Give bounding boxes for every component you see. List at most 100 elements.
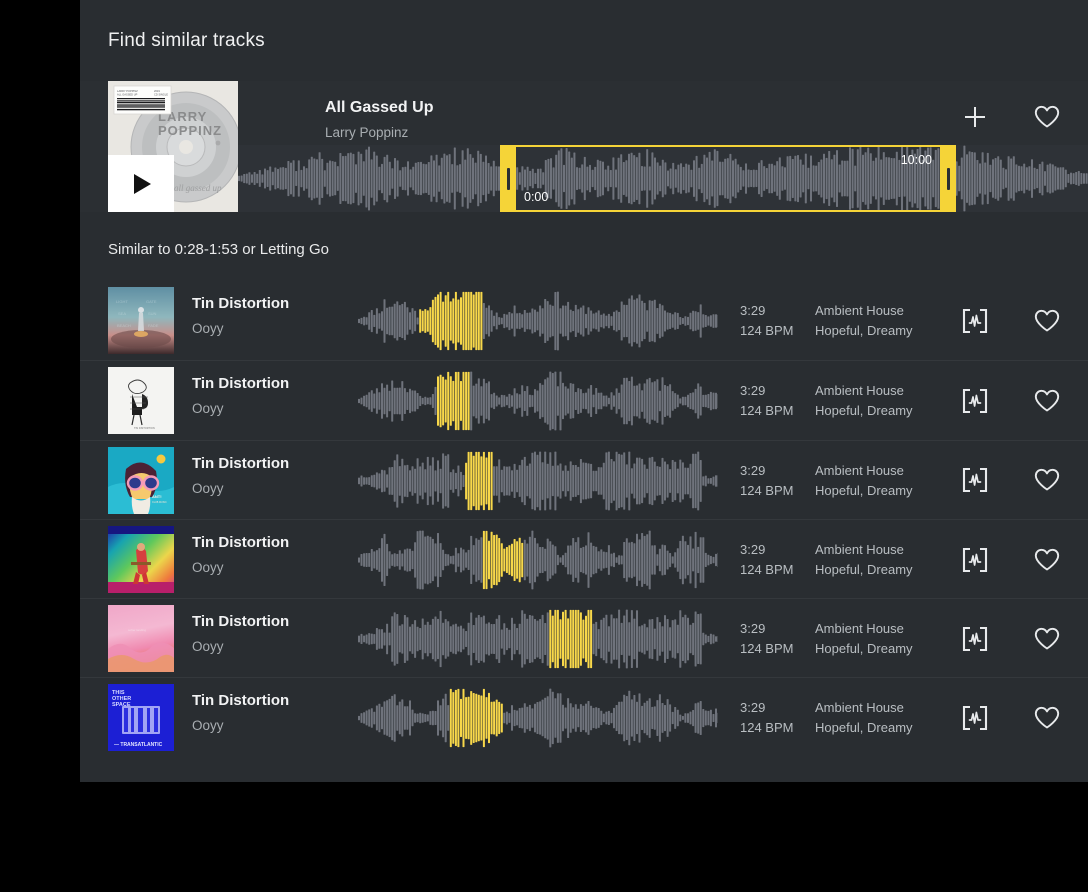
track-duration-bpm: 3:29 124 BPM	[740, 619, 793, 659]
svg-text:FADE: FADE	[148, 323, 159, 328]
track-moods: Hopeful, Dreamy	[815, 639, 913, 659]
track-duration: 3:29	[740, 381, 793, 401]
track-bpm: 124 BPM	[740, 639, 793, 659]
svg-text:SPACE: SPACE	[112, 702, 131, 708]
favorite-button[interactable]	[1030, 100, 1064, 134]
svg-text:softer landing: softer landing	[128, 628, 146, 632]
track-bpm: 124 BPM	[740, 401, 793, 421]
svg-text:all gassed up: all gassed up	[174, 183, 222, 193]
artwork-pink-sunset: softer landing	[108, 605, 174, 672]
table-row[interactable]: ANT! CLUB MUSIC Tin Distortion Ooyy 3:29…	[80, 440, 1088, 519]
track-waveform[interactable]	[358, 688, 718, 748]
track-waveform[interactable]	[358, 291, 718, 351]
track-meta: Tin Distortion Ooyy	[192, 295, 289, 336]
find-similar-button[interactable]	[958, 304, 992, 338]
add-to-project-button[interactable]	[958, 100, 992, 134]
track-artwork[interactable]: ANT! CLUB MUSIC	[108, 447, 174, 514]
svg-text:— TRANSATLANTIC: — TRANSATLANTIC	[114, 742, 163, 748]
track-moods: Hopeful, Dreamy	[815, 718, 913, 738]
track-artwork[interactable]: THIS OTHER SPACE — TRANSATLANTIC	[108, 684, 174, 751]
favorite-button[interactable]	[1030, 622, 1064, 656]
find-similar-panel: Find similar tracks LARRY POPPINZ	[80, 0, 1088, 782]
track-genre: Ambient House	[815, 461, 913, 481]
track-waveform-graphic	[358, 688, 718, 748]
track-waveform-graphic	[358, 371, 718, 431]
track-title: Tin Distortion	[192, 692, 289, 709]
find-similar-button[interactable]	[958, 463, 992, 497]
track-meta: Tin Distortion Ooyy	[192, 375, 289, 416]
track-artist: Ooyy	[192, 321, 289, 336]
svg-text:CLUB MUSIC: CLUB MUSIC	[152, 501, 167, 504]
heart-icon	[1034, 548, 1060, 572]
track-waveform[interactable]	[358, 371, 718, 431]
track-tags: Ambient House Hopeful, Dreamy	[815, 381, 913, 421]
track-duration-bpm: 3:29 124 BPM	[740, 698, 793, 738]
table-row[interactable]: Tin Distortion Ooyy 3:29 124 BPM Ambient…	[80, 519, 1088, 598]
track-artwork[interactable]: softer landing	[108, 605, 174, 672]
table-row[interactable]: TIN DISTORTION Tin Distortion Ooyy 3:29 …	[80, 360, 1088, 439]
track-bpm: 124 BPM	[740, 560, 793, 580]
track-artwork[interactable]: TIN DISTORTION	[108, 367, 174, 434]
svg-text:POPPINZ: POPPINZ	[158, 123, 222, 138]
selection-handle-left[interactable]	[500, 147, 516, 210]
track-bpm: 124 BPM	[740, 321, 793, 341]
track-artwork[interactable]: LIGHTGATE SEASUN BEACHFADE	[108, 287, 174, 354]
handle-grip	[947, 168, 950, 190]
svg-text:SEA: SEA	[118, 311, 126, 316]
find-similar-button[interactable]	[958, 384, 992, 418]
svg-text:ANT!: ANT!	[152, 494, 162, 499]
find-similar-button[interactable]	[958, 622, 992, 656]
track-genre: Ambient House	[815, 698, 913, 718]
featured-meta: All Gassed Up Larry Poppinz	[325, 99, 433, 140]
track-duration: 3:29	[740, 698, 793, 718]
play-button[interactable]	[108, 155, 174, 212]
featured-artist: Larry Poppinz	[325, 125, 433, 140]
svg-text:SUN: SUN	[148, 311, 157, 316]
table-row[interactable]: THIS OTHER SPACE — TRANSATLANTIC Tin Dis…	[80, 677, 1088, 756]
track-title: Tin Distortion	[192, 534, 289, 551]
table-row[interactable]: softer landing Tin Distortion Ooyy 3:29 …	[80, 598, 1088, 677]
track-genre: Ambient House	[815, 619, 913, 639]
track-title: Tin Distortion	[192, 613, 289, 630]
track-bpm: 124 BPM	[740, 481, 793, 501]
play-icon	[134, 174, 151, 194]
track-actions	[958, 520, 1064, 599]
table-row[interactable]: LIGHTGATE SEASUN BEACHFADE Tin Distortio…	[80, 281, 1088, 360]
waveform-brackets-icon	[961, 705, 989, 731]
heart-icon	[1034, 627, 1060, 651]
similar-to-label: Similar to 0:28-1:53 or Letting Go	[108, 241, 329, 258]
track-title: Tin Distortion	[192, 295, 289, 312]
track-duration-bpm: 3:29 124 BPM	[740, 301, 793, 341]
selection-handle-right[interactable]	[940, 147, 956, 210]
track-tags: Ambient House Hopeful, Dreamy	[815, 301, 913, 341]
favorite-button[interactable]	[1030, 384, 1064, 418]
favorite-button[interactable]	[1030, 463, 1064, 497]
track-waveform-graphic	[358, 530, 718, 590]
heart-icon	[1034, 309, 1060, 333]
find-similar-button[interactable]	[958, 543, 992, 577]
track-tags: Ambient House Hopeful, Dreamy	[815, 619, 913, 659]
track-waveform[interactable]	[358, 530, 718, 590]
track-artist: Ooyy	[192, 401, 289, 416]
track-waveform[interactable]	[358, 609, 718, 669]
track-artwork[interactable]	[108, 526, 174, 593]
favorite-button[interactable]	[1030, 543, 1064, 577]
track-duration: 3:29	[740, 301, 793, 321]
svg-text:TIN DISTORTION: TIN DISTORTION	[134, 426, 155, 430]
track-title: Tin Distortion	[192, 455, 289, 472]
find-similar-button[interactable]	[958, 701, 992, 735]
featured-waveform[interactable]	[238, 145, 1088, 212]
waveform-brackets-icon	[961, 388, 989, 414]
track-meta: Tin Distortion Ooyy	[192, 613, 289, 654]
artwork-rainbow-figure	[108, 526, 174, 593]
track-actions	[958, 599, 1064, 678]
favorite-button[interactable]	[1030, 304, 1064, 338]
svg-text:GATE: GATE	[146, 299, 157, 304]
track-waveform[interactable]	[358, 451, 718, 511]
heart-icon	[1034, 468, 1060, 492]
track-moods: Hopeful, Dreamy	[815, 321, 913, 341]
favorite-button[interactable]	[1030, 701, 1064, 735]
track-artist: Ooyy	[192, 639, 289, 654]
svg-text:BEACH: BEACH	[117, 323, 131, 328]
track-duration-bpm: 3:29 124 BPM	[740, 461, 793, 501]
